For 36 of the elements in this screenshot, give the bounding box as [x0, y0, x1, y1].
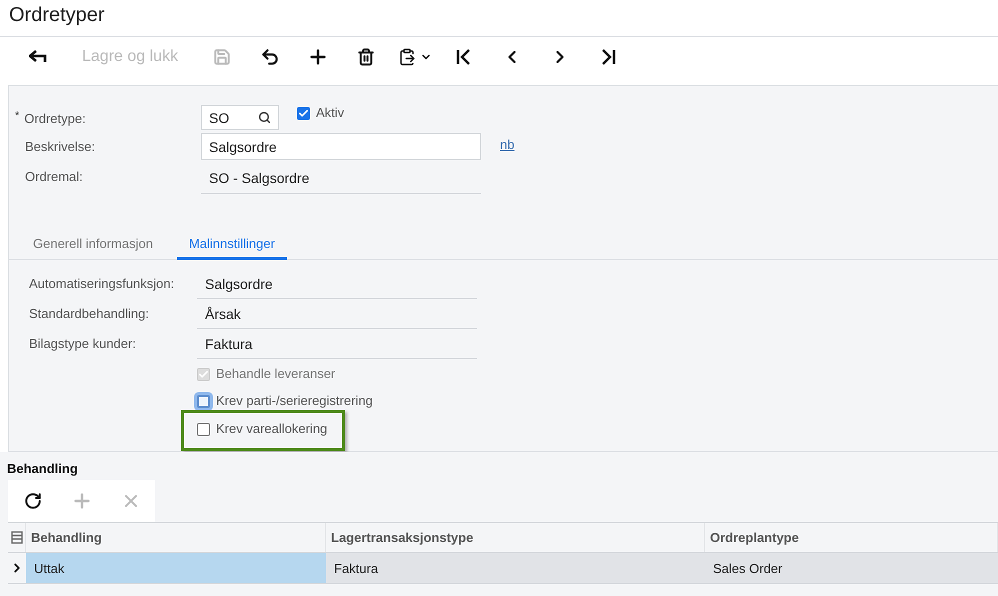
- table-cell: Sales Order: [705, 552, 998, 583]
- option-checkbox[interactable]: Krev parti-/serieregistrering: [197, 393, 373, 408]
- last-page-icon: [600, 48, 616, 65]
- required-mark: *: [15, 110, 20, 122]
- refresh-icon: [24, 492, 42, 510]
- check-icon: [298, 108, 309, 119]
- undo-icon: [260, 46, 280, 67]
- option-checkbox[interactable]: Krev vareallokering: [197, 421, 328, 436]
- check-icon: [198, 369, 209, 380]
- field-label: Standardbehandling:: [29, 305, 150, 321]
- active-checkbox[interactable]: Aktiv: [297, 105, 344, 120]
- trash-icon: [357, 48, 376, 66]
- tab[interactable]: Generell informasjon: [21, 232, 165, 260]
- field-label: Bilagstype kunder:: [29, 335, 137, 351]
- tab[interactable]: Malinnstillinger: [176, 232, 287, 260]
- first-page-icon: [456, 48, 472, 65]
- description-field[interactable]: Salgsordre: [201, 133, 481, 160]
- field-label: Ordremal:: [25, 168, 84, 184]
- save-icon: [213, 48, 232, 66]
- table-cell: Faktura: [326, 552, 705, 583]
- section-title: Behandling: [6, 460, 79, 476]
- back-arrow-icon: [29, 50, 47, 64]
- order-type-field[interactable]: SO: [201, 105, 279, 130]
- page-title: Ordretyper: [0, 0, 998, 37]
- column-settings-icon[interactable]: [10, 531, 22, 544]
- template-value: SO - Salgsordre: [201, 163, 481, 194]
- table-cell: Uttak: [26, 552, 326, 583]
- field-label: Ordretype:: [24, 110, 86, 126]
- field-label: Automatiseringsfunksjon:: [29, 275, 176, 291]
- setting-value: Faktura: [197, 330, 477, 359]
- setting-value: Årsak: [197, 300, 477, 329]
- clipboard-icon: [398, 48, 416, 66]
- search-icon: [258, 111, 271, 124]
- language-link[interactable]: nb: [500, 133, 998, 152]
- setting-value: Salgsordre: [197, 270, 477, 299]
- field-label: Beskrivelse:: [25, 138, 96, 154]
